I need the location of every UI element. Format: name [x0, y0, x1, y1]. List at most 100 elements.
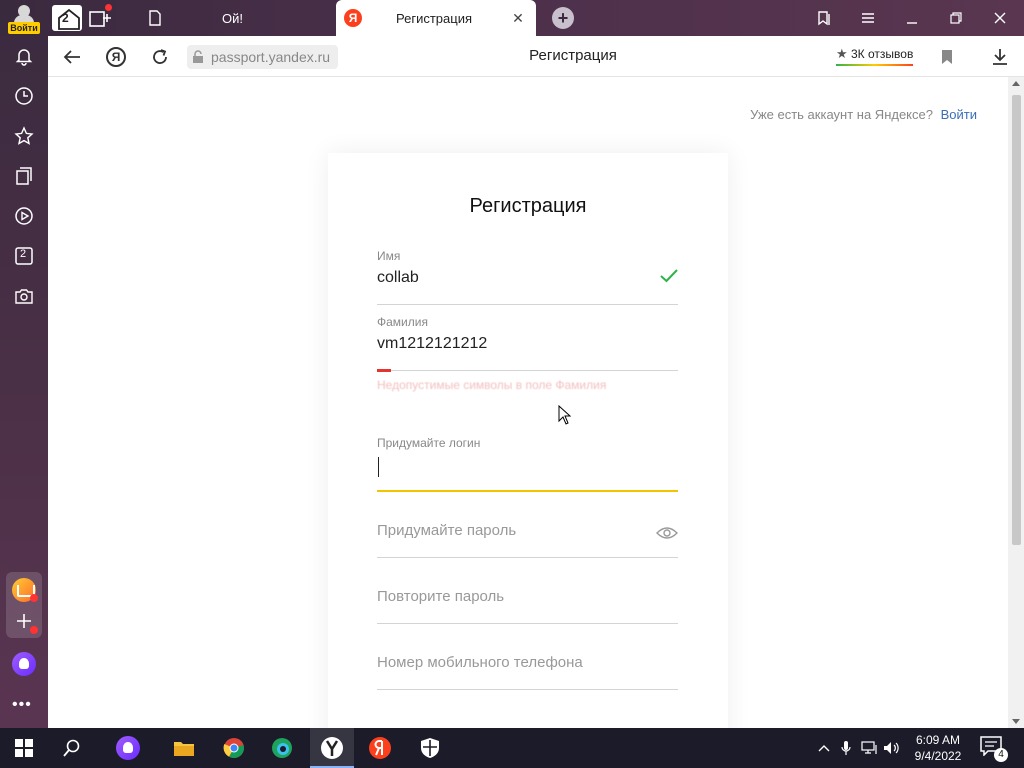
last-name-value: vm1212121212: [377, 335, 488, 352]
error-indicator: [377, 369, 391, 372]
close-icon: [994, 12, 1006, 24]
chrome-button[interactable]: [220, 734, 248, 762]
arrow-left-icon: [63, 50, 80, 64]
scroll-up-icon[interactable]: [1012, 81, 1020, 86]
home-icon: [58, 8, 80, 30]
close-tab-icon[interactable]: ✕: [510, 10, 526, 26]
bookmark-icon: [942, 50, 952, 64]
tab-oops[interactable]: Ой!: [140, 0, 334, 36]
notification-center-button[interactable]: 4: [980, 736, 1008, 762]
new-window-button[interactable]: [88, 4, 112, 30]
reload-icon: [153, 49, 167, 64]
close-window-button[interactable]: [980, 0, 1020, 36]
more-icon[interactable]: •••: [12, 696, 32, 714]
last-name-label: Фамилия: [377, 315, 428, 329]
reviews-link[interactable]: ★ 3К отзывов: [836, 46, 914, 66]
screenshot-button[interactable]: [12, 284, 36, 308]
tabs-counter-button[interactable]: 2: [12, 244, 36, 268]
microphone-icon: [841, 741, 851, 755]
edge-icon: [272, 738, 292, 758]
yandex-browser-button[interactable]: [318, 734, 346, 762]
tabs-home-button[interactable]: 2: [52, 5, 82, 31]
signin-link[interactable]: Войти: [941, 107, 977, 122]
url-field[interactable]: passport.yandex.ru: [187, 45, 339, 69]
tab-title: Регистрация: [396, 10, 472, 26]
yandex-logo-icon: Я: [106, 47, 126, 67]
mail-notification-dot: [30, 594, 38, 602]
back-button[interactable]: [59, 44, 85, 70]
bell-icon: [15, 49, 33, 66]
history-button[interactable]: [12, 84, 36, 108]
video-button[interactable]: [12, 204, 36, 228]
password-repeat-field[interactable]: Повторите пароль: [377, 561, 678, 624]
phone-placeholder: Номер мобильного телефона: [377, 654, 583, 671]
bookmark-button[interactable]: [934, 44, 960, 70]
add-notification-dot: [30, 626, 38, 634]
windows-icon: [15, 739, 33, 757]
speaker-icon: [884, 742, 899, 754]
downloads-button[interactable]: [987, 44, 1013, 70]
last-name-field[interactable]: Фамилия vm1212121212: [377, 315, 678, 372]
edge-button[interactable]: [268, 734, 296, 762]
notifications-button[interactable]: [12, 44, 36, 68]
document-icon: [149, 10, 161, 26]
text-caret: [378, 457, 379, 477]
volume-button[interactable]: [878, 734, 906, 762]
clock-icon: [15, 87, 33, 105]
form-heading: Регистрация: [469, 195, 587, 217]
yandex-icon: [369, 737, 391, 759]
alice-icon: [116, 736, 140, 760]
system-clock[interactable]: 6:09 AM 9/4/2022: [906, 732, 970, 764]
clock-date: 9/4/2022: [914, 749, 962, 763]
new-tab-button[interactable]: +: [552, 7, 574, 29]
chrome-icon: [223, 738, 244, 758]
page-scrollbar[interactable]: [1008, 77, 1024, 728]
download-icon: [993, 49, 1007, 65]
start-button[interactable]: [10, 734, 38, 762]
checkmark-icon: [660, 269, 678, 283]
login-field[interactable]: Придумайте логин: [377, 436, 678, 492]
scrollbar-thumb[interactable]: [1012, 95, 1021, 545]
reload-button[interactable]: [147, 44, 173, 70]
minimize-button[interactable]: [892, 0, 932, 36]
menu-button[interactable]: [848, 0, 888, 36]
yandex-button[interactable]: [366, 734, 394, 762]
phone-field[interactable]: Номер мобильного телефона: [377, 627, 678, 690]
mouse-cursor-icon: [558, 405, 572, 425]
collections-icon: [16, 167, 32, 185]
restore-icon: [950, 12, 962, 24]
collections-button[interactable]: [804, 0, 844, 36]
lock-icon[interactable]: [191, 50, 205, 64]
alice-assistant-icon[interactable]: [12, 652, 36, 676]
profile-button[interactable]: Войти: [8, 3, 40, 34]
eye-icon[interactable]: [656, 526, 678, 540]
first-name-label: Имя: [377, 249, 401, 263]
yandex-button[interactable]: Я: [103, 44, 129, 70]
file-explorer-button[interactable]: [170, 734, 198, 762]
notification-count: 4: [994, 748, 1008, 762]
alice-taskbar-button[interactable]: [114, 734, 142, 762]
page-title: Регистрация: [529, 47, 617, 64]
yandex-favicon: Я: [344, 9, 362, 27]
notification-dot: [105, 4, 112, 11]
signin-hint-text: Уже есть аккаунт на Яндексе?: [750, 107, 933, 122]
reviews-text: 3К отзывов: [851, 47, 914, 61]
bookmarks-button[interactable]: [12, 124, 36, 148]
password-placeholder: Придумайте пароль: [377, 522, 517, 539]
signin-hint: Уже есть аккаунт на Яндексе? Войти: [750, 107, 977, 122]
hamburger-icon: [862, 13, 874, 23]
scroll-down-icon[interactable]: [1012, 719, 1020, 724]
password-repeat-placeholder: Повторите пароль: [377, 588, 505, 605]
first-name-field[interactable]: Имя collab: [377, 249, 678, 305]
collections-icon: [818, 11, 830, 26]
login-badge: Войти: [8, 22, 40, 34]
login-label: Придумайте логин: [377, 436, 481, 450]
restore-button[interactable]: [936, 0, 976, 36]
sidebar-apps-group: [6, 572, 42, 638]
registration-form: Регистрация Имя collab Фамилия vm1212121…: [328, 153, 728, 728]
search-button[interactable]: [58, 734, 86, 762]
security-button[interactable]: [416, 734, 444, 762]
tab-registration[interactable]: Я Регистрация ✕: [336, 0, 536, 36]
password-field[interactable]: Придумайте пароль: [377, 495, 678, 558]
collections-sidebar-button[interactable]: [12, 164, 36, 188]
